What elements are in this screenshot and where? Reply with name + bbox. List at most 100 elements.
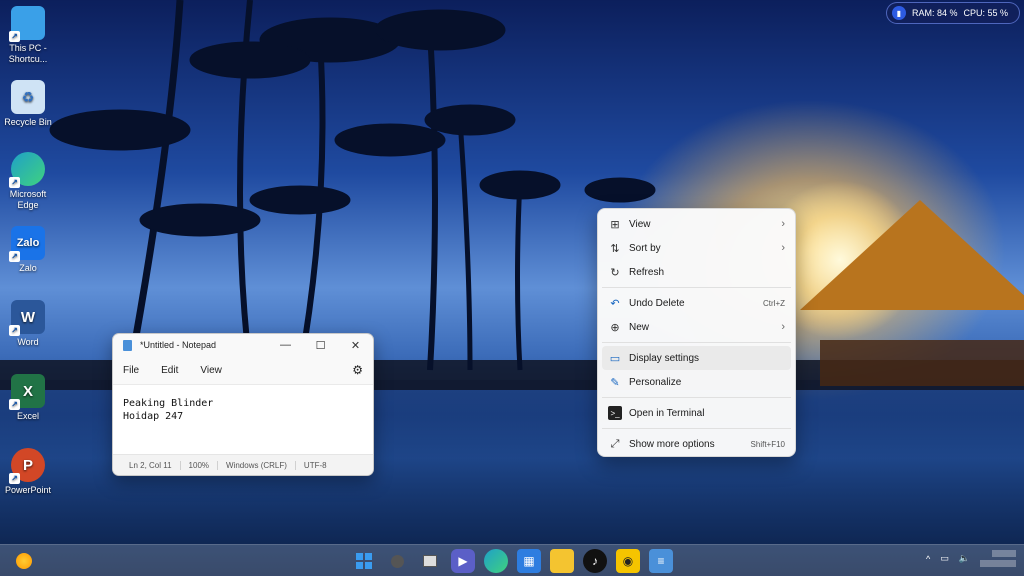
monitor-icon: ↗	[9, 6, 45, 42]
zoom-level: 100%	[181, 461, 219, 470]
menu-separator	[602, 287, 791, 288]
app-icon[interactable]: ◉	[616, 549, 640, 573]
edge-icon: ↗	[9, 152, 45, 188]
zalo-icon: Zalo ↗	[9, 226, 45, 262]
menu-item-undo-delete[interactable]: ↶ Undo Delete Ctrl+Z	[602, 291, 791, 315]
clock-time-blurred	[992, 550, 1016, 557]
notepad-menubar: File Edit View ⚙	[113, 356, 373, 384]
desktop-icon-word[interactable]: W ↗ Word	[2, 300, 54, 348]
maximize-icon[interactable]: ☐	[303, 339, 338, 352]
notepad-text-area[interactable]: Peaking Blinder Hoidap 247	[113, 384, 373, 454]
cpu-usage: CPU: 55 %	[963, 8, 1009, 18]
display-icon: ▭	[609, 352, 621, 365]
text-line: Hoidap 247	[123, 411, 184, 422]
notepad-titlebar[interactable]: *Untitled - Notepad — ☐ ✕	[113, 334, 373, 356]
menu-item-label: Open in Terminal	[629, 407, 705, 419]
excel-glyph: X	[22, 382, 33, 400]
shortcut-label: Shift+F10	[750, 439, 785, 449]
notepad-window[interactable]: *Untitled - Notepad — ☐ ✕ File Edit View…	[112, 333, 374, 476]
encoding: UTF-8	[303, 461, 327, 470]
tiktok-icon[interactable]: ♪	[583, 549, 607, 573]
menu-item-display-settings[interactable]: ▭ Display settings	[602, 346, 791, 370]
notepad-statusbar: Ln 2, Col 11 100% Windows (CRLF) UTF-8	[113, 454, 373, 475]
menu-separator	[602, 342, 791, 343]
menu-file[interactable]: File	[123, 365, 139, 376]
menu-item-label: Refresh	[629, 266, 665, 278]
desktop-icon-excel[interactable]: X ↗ Excel	[2, 374, 54, 422]
volume-icon[interactable]: 🔈	[959, 553, 970, 564]
desktop-icon-this-pc[interactable]: ↗ This PC - Shortcu...	[2, 6, 54, 65]
meet-icon[interactable]: ▶	[451, 549, 475, 573]
pen-icon: ✎	[610, 376, 620, 389]
desktop-icon-zalo[interactable]: Zalo ↗ Zalo	[2, 226, 54, 274]
desktop-icon-powerpoint[interactable]: P ↗ PowerPoint	[2, 448, 54, 496]
minimize-icon[interactable]: —	[268, 339, 303, 352]
menu-item-label: Show more options	[629, 438, 715, 450]
desktop-icon-label: Recycle Bin	[4, 117, 52, 127]
settings-gear-icon[interactable]: ⚙	[352, 363, 363, 377]
wallpaper-palm-trees	[49, 0, 656, 371]
desktop-wallpaper	[0, 0, 1024, 576]
resource-monitor-widget[interactable]: ▮ RAM: 84 % CPU: 55 %	[886, 2, 1020, 24]
desktop-context-menu: ⊞ View › ⇅ Sort by › ↻ Refresh ↶ Undo De…	[597, 208, 796, 457]
desktop-icon-label: Zalo	[19, 263, 37, 273]
desktop-icon-recycle-bin[interactable]: ♻ Recycle Bin	[2, 80, 54, 128]
menu-item-label: Display settings	[629, 352, 700, 364]
file-explorer-icon[interactable]	[550, 549, 574, 573]
notepad-icon	[123, 339, 132, 351]
menu-item-personalize[interactable]: ✎ Personalize	[602, 370, 791, 394]
zalo-glyph: Zalo	[16, 236, 40, 249]
store-icon[interactable]: ▦	[517, 549, 541, 573]
menu-item-open-terminal[interactable]: >_ Open in Terminal	[602, 401, 791, 425]
wallpaper-hut-deck	[820, 340, 1024, 386]
word-icon: W ↗	[9, 300, 45, 336]
desktop-icon-label: This PC - Shortcu...	[8, 43, 48, 64]
start-icon[interactable]	[352, 549, 376, 573]
task-view-icon[interactable]	[418, 549, 442, 573]
network-icon[interactable]: ▭	[940, 553, 949, 564]
search-icon[interactable]	[385, 549, 409, 573]
powerpoint-glyph: P	[22, 456, 33, 474]
edge-icon[interactable]	[484, 549, 508, 573]
desktop-icon-edge[interactable]: ↗ Microsoft Edge	[2, 152, 54, 211]
clock[interactable]	[980, 550, 1016, 567]
window-title: *Untitled - Notepad	[140, 340, 217, 350]
desktop-icon-label: Excel	[16, 411, 39, 421]
sort-icon: ⇅	[610, 242, 620, 255]
powerpoint-icon: P ↗	[9, 448, 45, 484]
line-ending: Windows (CRLF)	[218, 461, 296, 470]
undo-icon: ↶	[610, 297, 620, 310]
menu-item-label: Personalize	[629, 376, 682, 388]
menu-separator	[602, 428, 791, 429]
terminal-icon: >_	[608, 406, 622, 420]
desktop-icon-label: Microsoft Edge	[9, 189, 47, 210]
wallpaper-hut-roof	[800, 200, 1024, 310]
taskbar: ▶ ▦ ♪ ◉ ≡ ^ ▭ 🔈	[0, 544, 1024, 576]
menu-item-refresh[interactable]: ↻ Refresh	[602, 260, 791, 284]
menu-view[interactable]: View	[200, 365, 222, 376]
menu-item-show-more-options[interactable]: ⤢ Show more options Shift+F10	[602, 432, 791, 456]
close-icon[interactable]: ✕	[338, 339, 373, 352]
menu-item-label: Sort by	[629, 242, 661, 254]
desktop-icon-label: PowerPoint	[4, 485, 52, 495]
taskbar-apps: ▶ ▦ ♪ ◉ ≡	[352, 549, 673, 573]
chevron-right-icon: ›	[781, 218, 785, 230]
widget-logo-icon: ▮	[892, 6, 906, 20]
notepad-icon[interactable]: ≡	[649, 549, 673, 573]
menu-item-view[interactable]: ⊞ View ›	[602, 212, 791, 236]
text-line: Peaking Blinder	[123, 398, 214, 409]
desktop-icon-label: Word	[17, 337, 39, 347]
cursor-position: Ln 2, Col 11	[113, 461, 181, 470]
menu-item-new[interactable]: ⊕ New ›	[602, 315, 791, 339]
system-tray: ^ ▭ 🔈	[926, 550, 1016, 567]
menu-item-label: Undo Delete	[629, 297, 685, 309]
word-glyph: W	[20, 308, 36, 326]
plus-circle-icon: ⊕	[610, 321, 620, 334]
chevron-right-icon: ›	[781, 321, 785, 333]
menu-item-sort-by[interactable]: ⇅ Sort by ›	[602, 236, 791, 260]
grid-icon: ⊞	[610, 218, 620, 231]
weather-icon[interactable]	[16, 553, 32, 569]
menu-edit[interactable]: Edit	[161, 365, 178, 376]
menu-separator	[602, 397, 791, 398]
chevron-up-icon[interactable]: ^	[926, 554, 930, 564]
